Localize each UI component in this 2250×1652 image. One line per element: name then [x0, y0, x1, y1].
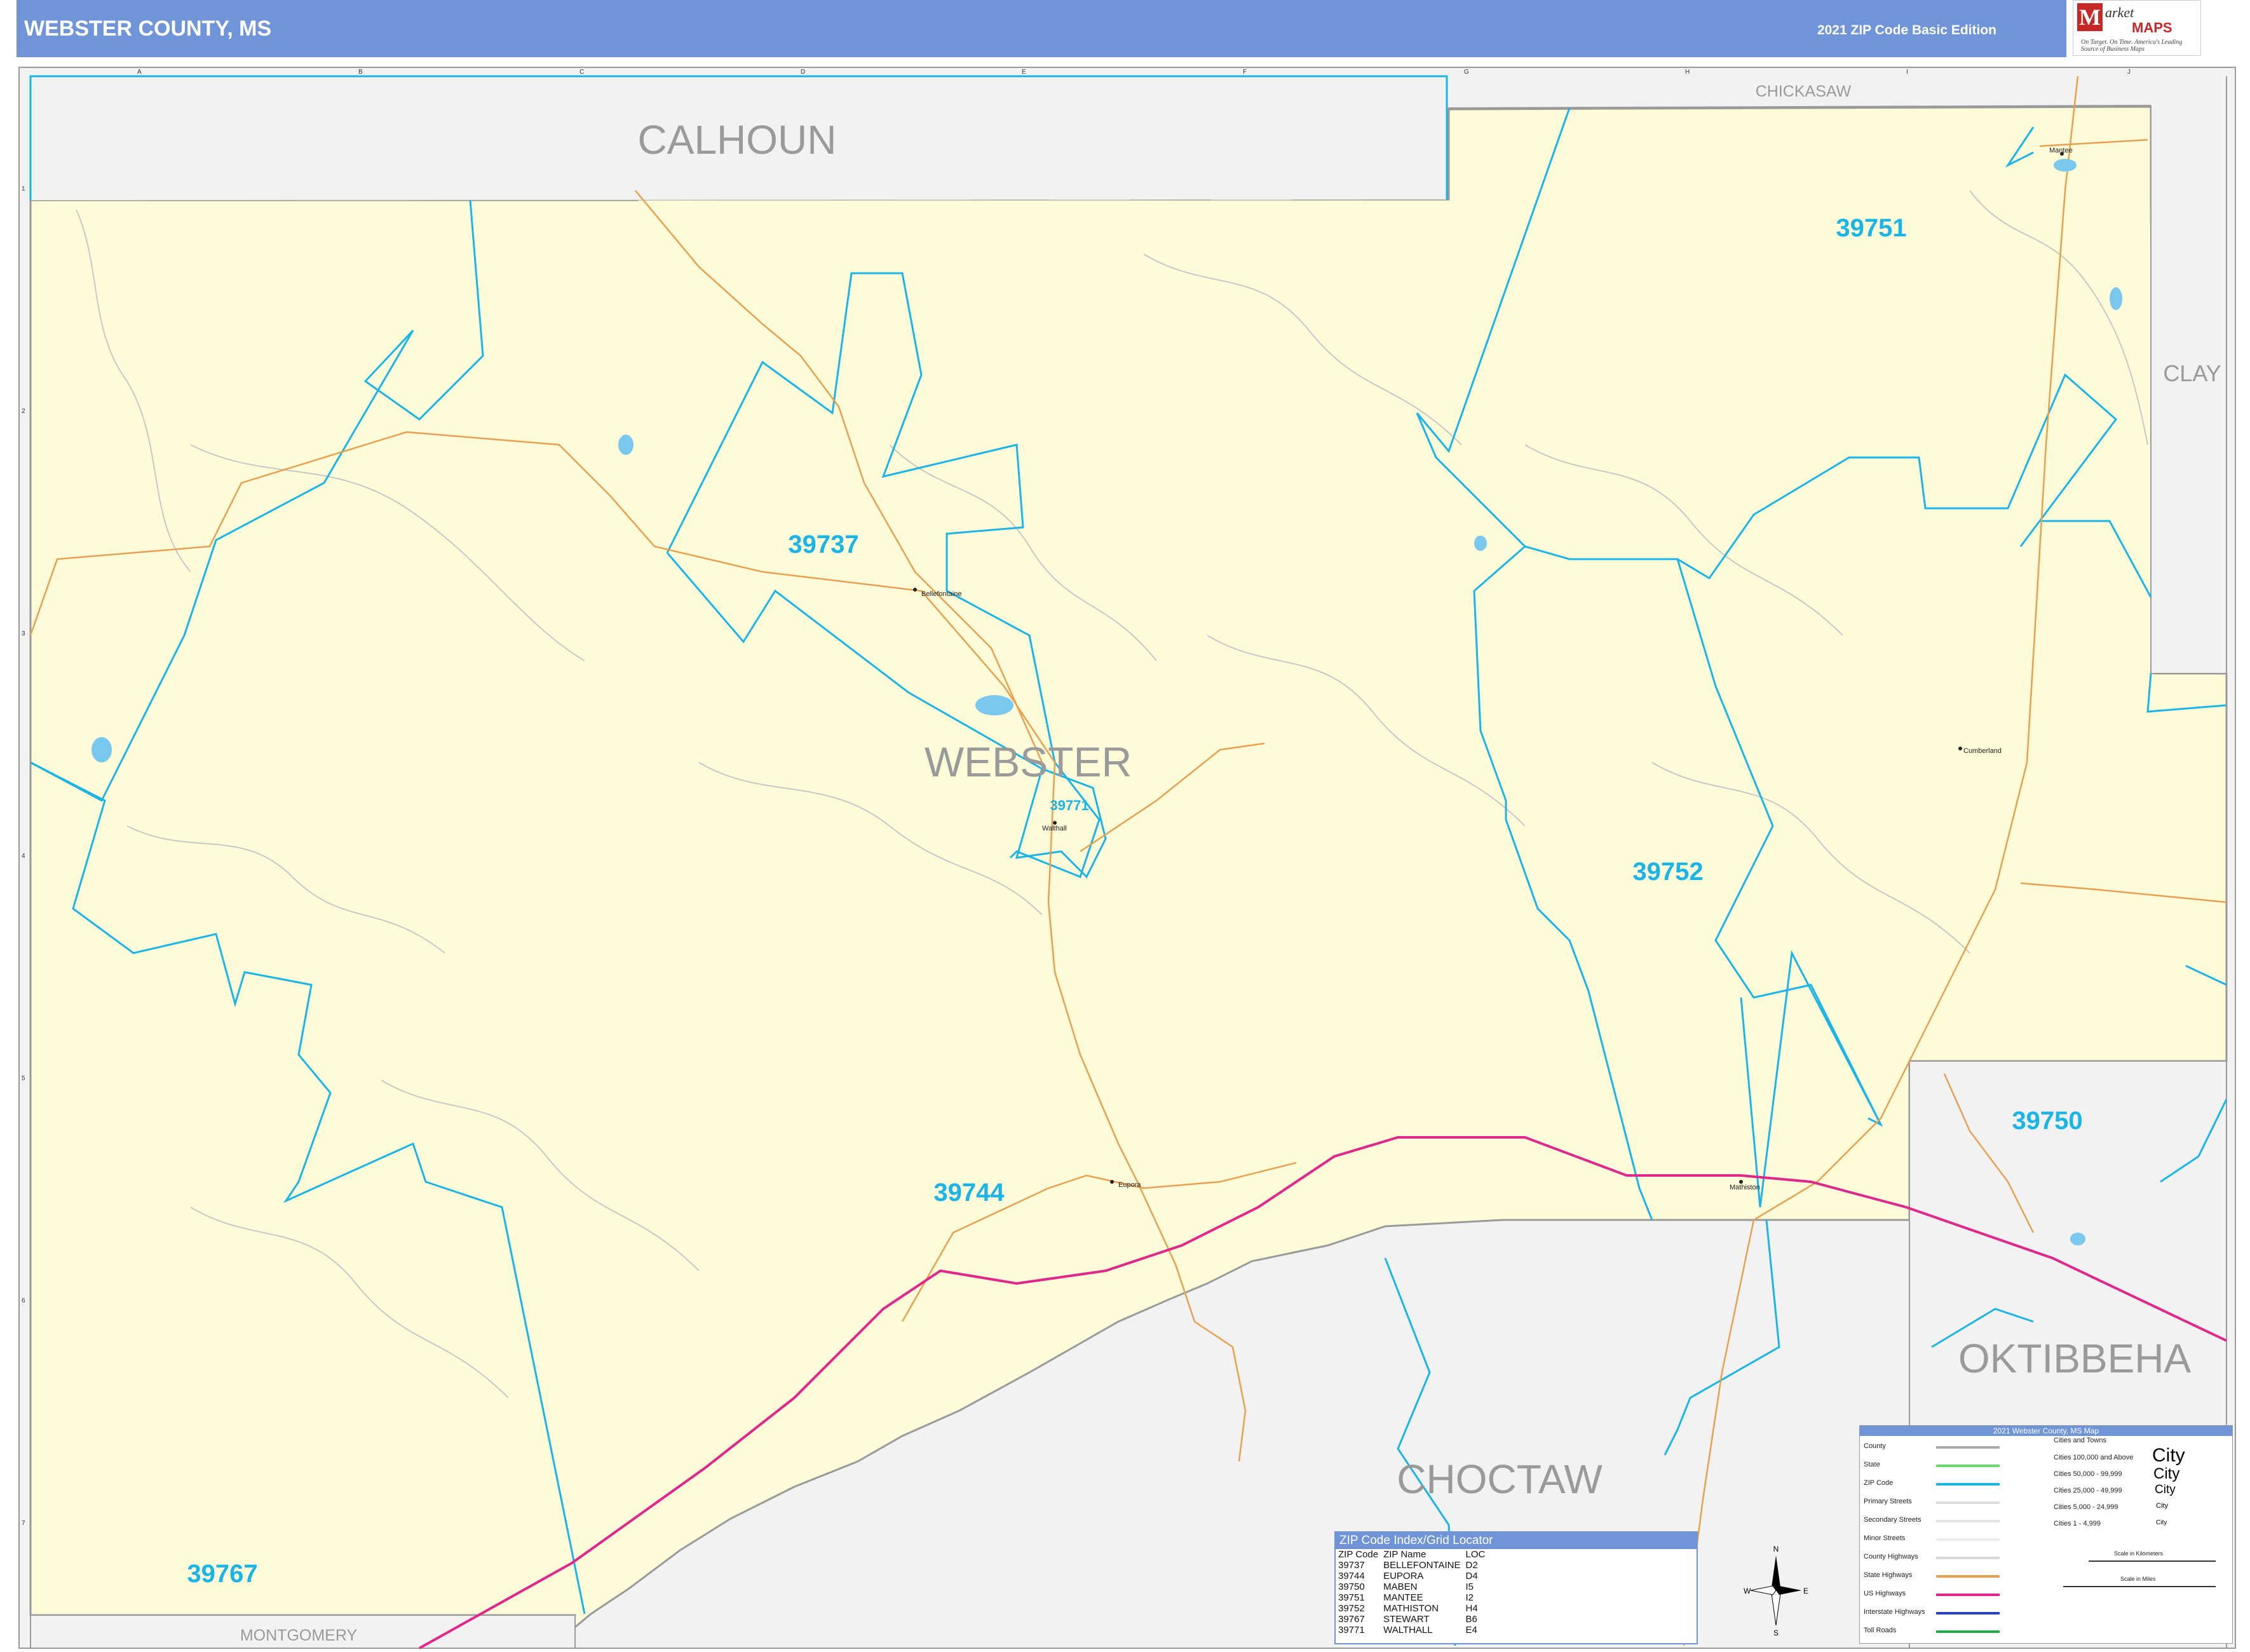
legend-secondary: Secondary Streets [1864, 1516, 1921, 1524]
legend-zip: ZIP Code [1864, 1479, 1894, 1487]
town-mantee: Mantee [2049, 147, 2073, 154]
county-name-webster: WEBSTER [925, 738, 1132, 785]
table-row: 39750 MABEN I5 [1338, 1581, 1474, 1592]
swatch-toll [1936, 1630, 2000, 1633]
swatch-interstate [1936, 1612, 2000, 1615]
svg-text:I: I [1906, 69, 1908, 76]
county-name-montgomery: MONTGOMERY [240, 1627, 358, 1644]
table-row: 39752 MATHISTON H4 [1338, 1603, 1478, 1614]
svg-text:C: C [579, 69, 584, 76]
county-name-choctaw: CHOCTAW [1397, 1456, 1603, 1502]
legend-city-5k: Cities 5,000 - 24,999 [2054, 1503, 2118, 1511]
legend-county: County [1864, 1442, 1886, 1450]
compass-rose-icon: N S W E [1744, 1545, 1808, 1637]
svg-text:B: B [358, 69, 363, 76]
city-sample-5: City [2156, 1519, 2167, 1526]
legend-state: State [1864, 1461, 1880, 1468]
svg-text:W: W [1744, 1587, 1751, 1595]
legend-county-hwy: County Highways [1864, 1553, 1918, 1561]
legend-primary: Primary Streets [1864, 1498, 1912, 1505]
svg-text:4: 4 [22, 853, 25, 860]
swatch-state-hwy [1936, 1575, 2000, 1578]
swatch-secondary [1936, 1520, 2000, 1522]
town-walthall: Walthall [1042, 825, 1067, 832]
zip-label-39744: 39744 [933, 1179, 1005, 1207]
city-sample-1: City [2152, 1445, 2185, 1466]
zip-label-39750: 39750 [2012, 1107, 2082, 1135]
scale-km-bar [2089, 1561, 2216, 1562]
scale-km-label: Scale in Kilometers [2114, 1550, 2164, 1557]
legend-city-100k: Cities 100,000 and Above [2054, 1454, 2134, 1461]
legend-title: 2021 Webster County, MS Map [1860, 1426, 2232, 1436]
zip-label-39752: 39752 [1632, 858, 1703, 886]
svg-text:3: 3 [22, 630, 25, 637]
header-name: ZIP Name [1383, 1549, 1427, 1560]
zip-label-39771: 39771 [1050, 797, 1088, 813]
svg-text:D: D [801, 69, 805, 76]
legend-us-hwy: US Highways [1864, 1590, 1906, 1597]
legend-interstate: Interstate Highways [1864, 1608, 1925, 1616]
svg-text:5: 5 [22, 1075, 25, 1082]
swatch-primary [1936, 1501, 2000, 1504]
header-loc: LOC [1465, 1549, 1486, 1560]
scale-mi-bar [2063, 1586, 2216, 1587]
swatch-zip [1936, 1483, 2000, 1486]
zip-index-table: ZIP Code ZIP Name LOC 39737 BELLEFONTAINE… [1338, 1549, 1490, 1635]
legend-city-1: Cities 1 - 4,999 [2054, 1520, 2101, 1527]
zip-label-39737: 39737 [788, 531, 858, 559]
town-eupora: Eupora [1118, 1181, 1141, 1189]
county-name-chickasaw: CHICKASAW [1756, 83, 1852, 100]
town-mathiston: Mathiston [1730, 1184, 1760, 1191]
svg-text:J: J [2127, 69, 2131, 76]
svg-text:E: E [1803, 1587, 1808, 1595]
table-row: 39737 BELLEFONTAINE D2 [1338, 1560, 1478, 1571]
zip-label-39767: 39767 [187, 1560, 257, 1588]
legend-city-50k: Cities 50,000 - 99,999 [2054, 1470, 2122, 1478]
legend-toll: Toll Roads [1864, 1627, 1897, 1634]
legend-minor: Minor Streets [1864, 1534, 1906, 1542]
legend-state-hwy: State Highways [1864, 1571, 1913, 1579]
table-row: 39751 MANTEE I2 [1338, 1592, 1474, 1603]
svg-text:N: N [1773, 1545, 1779, 1554]
scale-mi-label: Scale in Miles [2120, 1576, 2156, 1582]
header-zip: ZIP Code [1338, 1549, 1379, 1560]
svg-text:7: 7 [22, 1520, 25, 1527]
svg-text:H: H [1685, 69, 1690, 76]
svg-text:F: F [1243, 69, 1247, 76]
svg-text:1: 1 [22, 186, 25, 193]
table-row: 39744 EUPORA D4 [1338, 1571, 1478, 1581]
svg-text:G: G [1464, 69, 1469, 76]
city-sample-2: City [2153, 1465, 2180, 1482]
svg-text:A: A [137, 69, 142, 76]
zip-label-39751: 39751 [1836, 214, 1906, 242]
legend-cities-heading: Cities and Towns [2054, 1437, 2106, 1444]
legend-city-25k: Cities 25,000 - 49,999 [2054, 1487, 2122, 1494]
city-sample-4: City [2156, 1502, 2168, 1510]
swatch-us-hwy [1936, 1594, 2000, 1596]
svg-text:2: 2 [22, 408, 25, 415]
town-bellefontaine: Bellefontaine [921, 590, 962, 598]
svg-text:E: E [1022, 69, 1026, 76]
county-name-clay: CLAY [2163, 360, 2221, 386]
swatch-state [1936, 1465, 2000, 1467]
swatch-county-hwy [1936, 1557, 2000, 1559]
map-legend: 2021 Webster County, MS Map County State… [1859, 1425, 2233, 1644]
town-cumberland: Cumberland [1963, 747, 2002, 755]
svg-text:S: S [1773, 1628, 1779, 1637]
swatch-county [1936, 1446, 2000, 1449]
county-map[interactable]: CALHOUN CHICKASAW CLAY OKTIBBEHA CHOCTAW… [0, 0, 2250, 1652]
svg-text:6: 6 [22, 1297, 25, 1304]
county-name-oktibbeha: OKTIBBEHA [1958, 1336, 2192, 1381]
zip-index-title: ZIP Code Index/Grid Locator [1336, 1533, 1697, 1549]
swatch-minor [1936, 1538, 2000, 1541]
table-row: 39771 WALTHALL E4 [1338, 1625, 1477, 1635]
table-row: 39767 STEWART B6 [1338, 1614, 1477, 1625]
city-sample-3: City [2155, 1483, 2176, 1496]
zip-index-box: ZIP Code Index/Grid Locator ZIP Code ZIP… [1334, 1531, 1698, 1644]
table-header-row: ZIP Code ZIP Name LOC [1338, 1549, 1490, 1560]
county-name-calhoun: CALHOUN [638, 117, 837, 163]
